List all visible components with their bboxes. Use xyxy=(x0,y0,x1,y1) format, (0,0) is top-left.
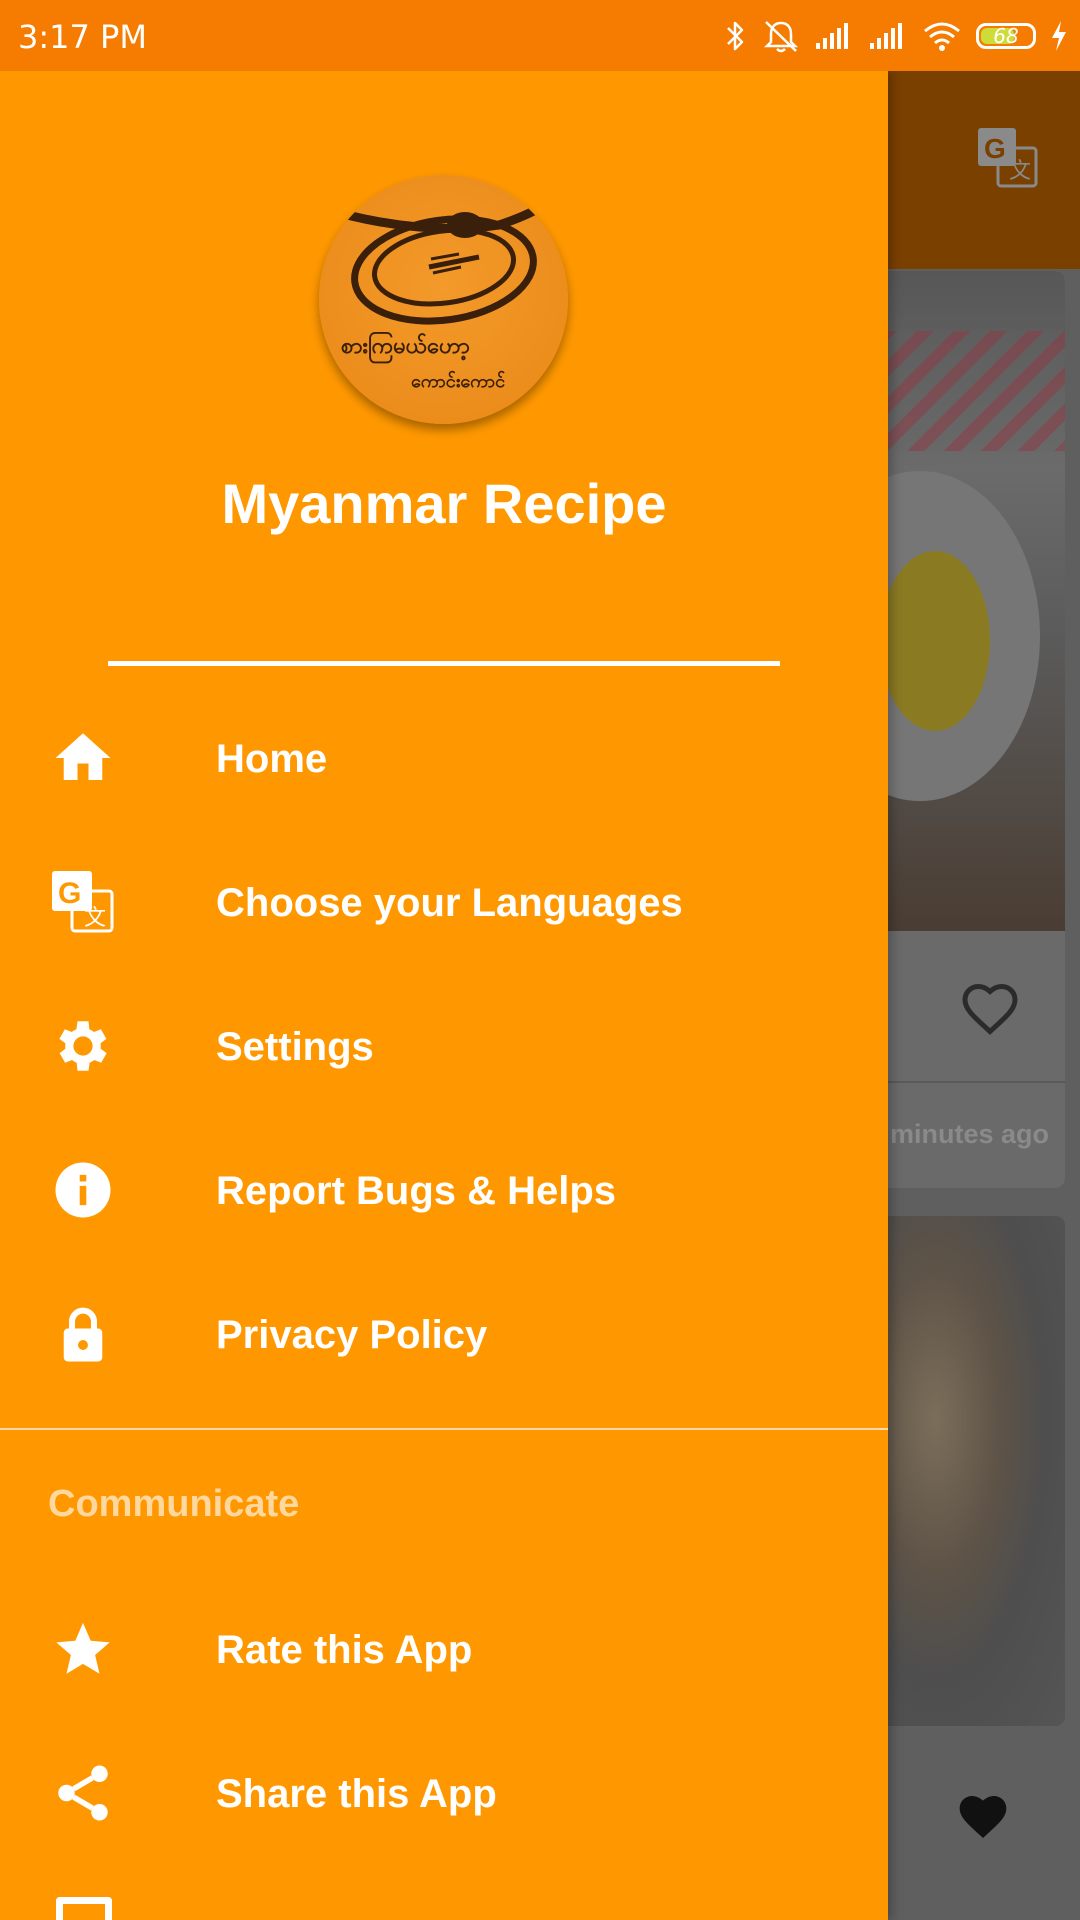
menu-item-report-bugs[interactable]: Report Bugs & Helps xyxy=(0,1117,888,1261)
menu-item-label: Report Bugs & Helps xyxy=(216,1169,617,1213)
share-icon xyxy=(50,1760,116,1826)
menu-item-label: Settings xyxy=(216,1025,374,1069)
translate-icon: G 文 xyxy=(976,126,1038,193)
heart-filled-icon xyxy=(955,1791,1011,1848)
recipe-photo xyxy=(880,271,1065,931)
menu-item-label: Home xyxy=(216,737,328,781)
card-timestamp: minutes ago xyxy=(890,1119,1050,1149)
menu-item-share-app[interactable]: Share this App xyxy=(0,1720,888,1864)
app-title: Myanmar Recipe xyxy=(221,472,667,535)
star-icon xyxy=(50,1616,116,1682)
app-logo: စားကြမယ်ဟော့ ကောင်းကောင် xyxy=(319,175,568,424)
recipe-card: minutes ago xyxy=(880,271,1065,1188)
recipe-card xyxy=(880,1216,1065,1726)
menu-item-label: Choose your Languages xyxy=(216,881,683,925)
info-icon xyxy=(50,1157,116,1223)
title-divider xyxy=(108,661,780,666)
signal-1-icon xyxy=(814,21,854,51)
heart-outline-icon xyxy=(960,981,1020,1042)
status-icons: 68 xyxy=(724,14,1068,58)
menu-item-privacy-policy[interactable]: Privacy Policy xyxy=(0,1261,888,1405)
wifi-icon xyxy=(922,20,962,52)
charging-icon xyxy=(1050,20,1068,52)
svg-text:G: G xyxy=(984,133,1006,164)
menu-item-label: Privacy Policy xyxy=(216,1313,488,1357)
svg-text:စားကြမယ်ဟော့: စားကြမယ်ဟော့ xyxy=(341,331,470,364)
battery-icon: 68 xyxy=(976,23,1036,49)
feedback-icon xyxy=(56,1897,112,1920)
recipe-photo xyxy=(880,1216,1065,1726)
menu-item-label: Rate this App xyxy=(216,1628,473,1672)
svg-text:G: G xyxy=(58,877,81,910)
battery-percent: 68 xyxy=(993,24,1019,48)
home-icon xyxy=(50,725,116,791)
gear-icon xyxy=(50,1013,116,1079)
lock-icon xyxy=(50,1301,116,1367)
menu-item-settings[interactable]: Settings xyxy=(0,973,888,1117)
status-time: 3:17 PM xyxy=(18,18,147,56)
menu-item-rate-app[interactable]: Rate this App xyxy=(0,1576,888,1720)
signal-2-icon xyxy=(868,21,908,51)
navigation-drawer: စားကြမယ်ဟော့ ကောင်းကောင် Myanmar Recipe … xyxy=(0,71,888,1920)
svg-text:ကောင်းကောင်: ကောင်းကောင် xyxy=(411,370,505,392)
translate-icon: G 文 xyxy=(50,869,116,935)
menu-item-label: Share this App xyxy=(216,1772,497,1816)
svg-text:文: 文 xyxy=(1009,159,1031,184)
menu-item-home[interactable]: Home xyxy=(0,685,888,829)
svg-text:文: 文 xyxy=(84,906,106,931)
section-divider xyxy=(0,1428,888,1430)
section-title: Communicate xyxy=(48,1483,300,1525)
status-bar: 3:17 PM 68 xyxy=(0,0,1080,71)
menu-item-languages[interactable]: G 文 Choose your Languages xyxy=(0,829,888,973)
bluetooth-icon xyxy=(724,18,748,54)
mute-icon xyxy=(762,18,800,54)
